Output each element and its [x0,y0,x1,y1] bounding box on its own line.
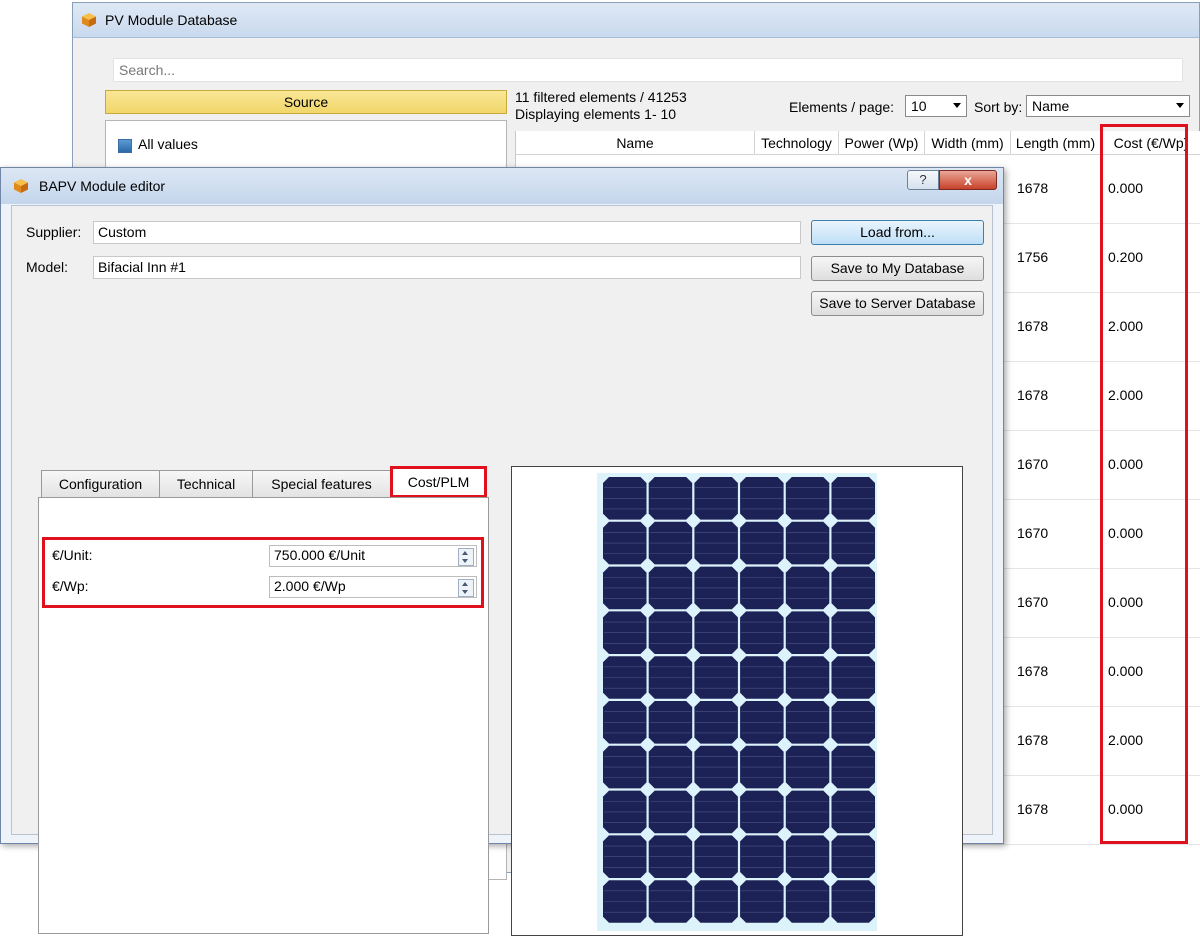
cell-cost: 0.000 [1108,801,1144,817]
cell-length: 1670 [1017,594,1049,610]
elements-per-page-select[interactable]: 10 [905,95,967,117]
cost-unit-value: 750.000 €/Unit [274,547,366,563]
column-header-technology[interactable]: Technology [755,131,839,155]
cell-length: 1670 [1017,456,1049,472]
cost-wp-value: 2.000 €/Wp [274,578,346,594]
bapv-module-editor-dialog: BAPV Module editor ? x Supplier: Custom … [0,167,1004,936]
source-header[interactable]: Source [105,90,507,114]
column-header-cost[interactable]: Cost (€/Wp) [1101,131,1200,155]
cell-length: 1678 [1017,387,1049,403]
spinner-icon[interactable] [458,548,474,566]
help-button[interactable]: ? [907,170,939,190]
app-cube-icon [14,179,28,193]
editor-titlebar: BAPV Module editor ? x [1,168,1003,204]
all-values-label: All values [138,136,198,152]
cost-wp-label: €/Wp: [52,578,89,594]
cell-cost: 0.000 [1108,525,1144,541]
solar-panel-preview [597,473,877,931]
cell-cost: 2.000 [1108,732,1144,748]
editor-title: BAPV Module editor [39,178,166,194]
dropdown-arrow-icon [1176,103,1184,108]
module-preview [511,466,963,936]
cell-length: 1670 [1017,525,1049,541]
sort-by-select[interactable]: Name [1026,95,1190,117]
supplier-field[interactable]: Custom [93,221,801,244]
cost-wp-spinner[interactable]: 2.000 €/Wp [269,576,477,598]
cell-length: 1678 [1017,801,1049,817]
elements-per-page-value: 10 [911,98,927,114]
cost-unit-label: €/Unit: [52,547,93,563]
tab-special-features[interactable]: Special features [252,470,391,498]
cell-cost: 0.000 [1108,594,1144,610]
tab-cost-plm[interactable]: Cost/PLM [390,466,487,498]
db-window-title: PV Module Database [105,12,238,28]
model-label: Model: [26,259,69,275]
cell-length: 1678 [1017,318,1049,334]
displaying-range: Displaying elements 1- 10 [515,106,677,122]
supplier-label: Supplier: [26,224,82,240]
cell-cost: 0.000 [1108,663,1144,679]
cell-cost: 0.000 [1108,456,1144,472]
spinner-icon[interactable] [458,579,474,597]
checkbox-checked-icon[interactable] [118,139,132,153]
save-to-server-database-button[interactable]: Save to Server Database [811,291,984,316]
cost-plm-panel: €/Unit: 750.000 €/Unit €/Wp: 2.000 €/Wp [38,497,489,934]
tab-technical[interactable]: Technical [159,470,253,498]
cell-length: 1678 [1017,732,1049,748]
model-field[interactable]: Bifacial Inn #1 [93,256,801,279]
cell-cost: 0.000 [1108,180,1144,196]
cost-unit-spinner[interactable]: 750.000 €/Unit [269,545,477,567]
tab-configuration[interactable]: Configuration [41,470,160,498]
load-from-button[interactable]: Load from... [811,220,984,245]
close-button[interactable]: x [939,170,997,190]
filtered-count: 11 filtered elements / 41253 [515,89,687,105]
cell-cost: 2.000 [1108,387,1144,403]
column-header-width[interactable]: Width (mm) [925,131,1011,155]
cell-cost: 2.000 [1108,318,1144,334]
column-header-name[interactable]: Name [516,131,755,155]
sort-by-label: Sort by: [974,99,1023,115]
sort-by-value: Name [1032,98,1070,114]
cell-length: 1756 [1017,249,1049,265]
column-header-power[interactable]: Power (Wp) [839,131,925,155]
cell-length: 1678 [1017,663,1049,679]
elements-per-page-label: Elements / page: [789,99,895,115]
db-titlebar: PV Module Database [73,3,1199,38]
cell-length: 1678 [1017,180,1049,196]
cell-cost: 0.200 [1108,249,1144,265]
dropdown-arrow-icon [953,103,961,108]
filter-info: 11 filtered elements / 41253 Displaying … [515,89,687,123]
app-cube-icon [82,13,96,27]
search-input[interactable] [113,58,1183,82]
column-header-length[interactable]: Length (mm) [1011,131,1101,155]
save-to-my-database-button[interactable]: Save to My Database [811,256,984,281]
